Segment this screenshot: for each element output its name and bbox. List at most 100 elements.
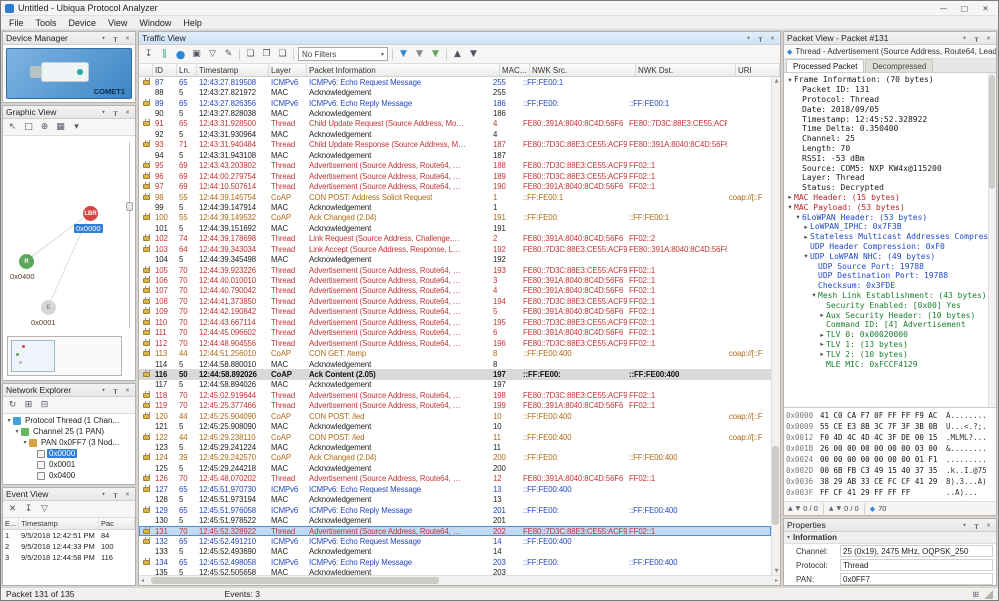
menu-item-tools[interactable]: Tools bbox=[30, 16, 63, 29]
expand-icon[interactable]: ▸ bbox=[818, 331, 826, 339]
clear-events-icon[interactable]: ✕ bbox=[5, 502, 20, 516]
traffic-row[interactable]: 123 5 12:45:29.241224 MAC Acknowledgement 11 bbox=[139, 442, 771, 452]
traffic-col-header-id[interactable]: ID bbox=[153, 64, 177, 76]
packet-tree-row[interactable]: Channel: 25 bbox=[784, 134, 988, 144]
packet-tree-row[interactable]: ▸ MAC Header: (15 bytes) bbox=[784, 193, 988, 203]
event-row[interactable]: 2 9/5/2018 12:44:33 PM 100 bbox=[3, 541, 135, 552]
pin-icon[interactable]: ┰ bbox=[111, 386, 120, 394]
packet-tree-row[interactable]: ▸ Aux Security Header: (10 bytes) bbox=[784, 310, 988, 320]
traffic-row[interactable]: 102 74 12:44:39.178698 Thread Link Request (… bbox=[139, 234, 771, 244]
expander-icon[interactable]: ▾ bbox=[13, 428, 21, 435]
packet-tree-row[interactable]: Status: Decrypted bbox=[784, 183, 988, 193]
panel-menu-icon[interactable]: ▾ bbox=[960, 34, 969, 42]
search-next-icon[interactable]: ▼ bbox=[796, 505, 801, 512]
export-events-icon[interactable]: ↧ bbox=[21, 502, 36, 516]
tree-item-protocol-thread-1-chan[interactable]: ▾ Protocol Thread (1 Chan... bbox=[3, 415, 135, 426]
close-icon[interactable]: ✕ bbox=[123, 490, 132, 498]
close-icon[interactable]: ✕ bbox=[984, 34, 993, 42]
close-icon[interactable]: ✕ bbox=[123, 386, 132, 394]
marquee-tool-icon[interactable]: □ bbox=[21, 120, 36, 134]
close-icon[interactable]: ✕ bbox=[123, 108, 132, 116]
filter-dropdown[interactable]: No Filters ▾ bbox=[298, 47, 388, 61]
packet-tree-row[interactable]: ▸ LoWPAN_IPHC: 0x7F3B bbox=[784, 222, 988, 232]
traffic-row[interactable]: 116 50 12:44:58.892026 CoAP Ack Content (2.0… bbox=[139, 369, 771, 380]
tree-item-0x0000[interactable]: 0x0000 bbox=[3, 448, 135, 459]
packet-tree-row[interactable]: ▾ UDP LoWPAN NHC: (49 bytes) bbox=[784, 251, 988, 261]
packet-tree-row[interactable]: UDP Source Port: 19788 bbox=[784, 261, 988, 271]
collapse-icon[interactable]: ▾ bbox=[802, 252, 810, 260]
property-value[interactable]: Thread bbox=[840, 559, 993, 571]
refresh-icon[interactable]: ↻ bbox=[5, 398, 20, 412]
tab-processed-packet[interactable]: Processed Packet bbox=[786, 59, 865, 72]
vertical-scrollbar[interactable]: ▲ ▼ bbox=[771, 77, 780, 575]
traffic-row[interactable]: 101 5 12:44:39.151692 MAC Acknowledgement 191 bbox=[139, 223, 771, 233]
traffic-row[interactable]: 127 65 12:45:51.970730 ICMPv6 ICMPv6: Echo R… bbox=[139, 484, 771, 494]
traffic-row[interactable]: 132 65 12:45:52.491210 ICMPv6 ICMPv6: Echo R… bbox=[139, 536, 771, 546]
topology-canvas[interactable]: LBR 0x0000 R 0x0400 E 0x0001 bbox=[3, 136, 135, 380]
minimap-viewport[interactable] bbox=[11, 340, 55, 372]
traffic-row[interactable]: 91 65 12:43:31.928500 Thread Child Update Re… bbox=[139, 119, 771, 129]
packet-tree-row[interactable]: Layer: Thread bbox=[784, 173, 988, 183]
tray-grid-icon[interactable]: ⊞ bbox=[972, 590, 979, 599]
traffic-row[interactable]: 134 65 12:45:52.498058 ICMPv6 ICMPv6: Echo R… bbox=[139, 557, 771, 567]
panel-menu-icon[interactable]: ▾ bbox=[99, 34, 108, 42]
camera-icon[interactable]: ▣ bbox=[189, 47, 204, 61]
minimize-button[interactable]: — bbox=[935, 2, 952, 14]
traffic-row[interactable]: 100 55 12:44:39.149532 CoAP Ack Changed (2.0… bbox=[139, 213, 771, 223]
search-next-icon[interactable]: ▼ bbox=[836, 505, 841, 512]
packet-tree-row[interactable]: Command ID: [4] Advertisement bbox=[784, 320, 988, 330]
clear-filter-icon[interactable]: ▽ bbox=[205, 47, 220, 61]
pin-icon[interactable]: ┰ bbox=[111, 108, 120, 116]
packet-tree-row[interactable]: Security Enabled: [0x00] Yes bbox=[784, 300, 988, 310]
last-packet-icon[interactable]: ▼ bbox=[466, 47, 481, 61]
expand-all-icon[interactable]: ⊞ bbox=[21, 398, 36, 412]
packet-tree-row[interactable]: MLE MIC: 0xFCCF4129 bbox=[784, 359, 988, 369]
filter-new-icon[interactable]: ▼ bbox=[428, 47, 443, 61]
packet-tree-row[interactable]: ▸ TLV 1: (13 bytes) bbox=[784, 340, 988, 350]
traffic-row[interactable]: 92 5 12:43:31.930964 MAC Acknowledgement 4 bbox=[139, 129, 771, 139]
traffic-col-header-nwk-dst[interactable]: NWK Dst. bbox=[636, 64, 736, 76]
expand-icon[interactable]: ▸ bbox=[818, 350, 826, 358]
traffic-row[interactable]: 120 44 12:45:25.904090 CoAP CON POST: /led 10… bbox=[139, 411, 771, 421]
traffic-row[interactable]: 111 70 12:44:45.096602 Thread Advertisement … bbox=[139, 328, 771, 338]
traffic-row[interactable]: 133 5 12:45:52.493690 MAC Acknowledgement 14 bbox=[139, 547, 771, 557]
expand-icon[interactable]: ▸ bbox=[786, 193, 794, 201]
pin-icon[interactable]: ┰ bbox=[972, 521, 981, 529]
packet-tree-row[interactable]: Date: 2018/09/05 bbox=[784, 104, 988, 114]
traffic-row[interactable]: 110 70 12:44:43.667114 Thread Advertisement … bbox=[139, 317, 771, 327]
expander-icon[interactable]: ▾ bbox=[21, 439, 29, 446]
collapse-icon[interactable]: ▾ bbox=[786, 203, 794, 211]
packet-tree-row[interactable]: Source: COM5: NXP KW4x@115200 bbox=[784, 163, 988, 173]
traffic-row[interactable]: 87 65 12:43:27.819508 ICMPv6 ICMPv6: Echo Re… bbox=[139, 77, 771, 87]
properties-section[interactable]: ▾ Information bbox=[784, 532, 996, 544]
close-window-button[interactable]: ✕ bbox=[977, 2, 994, 14]
menu-item-view[interactable]: View bbox=[102, 16, 133, 29]
traffic-col-header-nwk-src[interactable]: NWK Src. bbox=[530, 64, 636, 76]
traffic-row[interactable]: 103 64 12:44:39.343034 Thread Link Accept (S… bbox=[139, 244, 771, 254]
panel-menu-icon[interactable]: ▾ bbox=[99, 108, 108, 116]
comment-delete-icon[interactable]: ❐ bbox=[259, 47, 274, 61]
property-value[interactable]: 0x0FF7 bbox=[840, 573, 993, 585]
filter-edit-icon[interactable]: ▼ bbox=[412, 47, 427, 61]
vertical-scroll-thumb[interactable] bbox=[772, 445, 779, 526]
collapse-all-icon[interactable]: ⊟ bbox=[37, 398, 52, 412]
panel-menu-icon[interactable]: ▾ bbox=[99, 386, 108, 394]
traffic-row[interactable]: 88 5 12:43:27.821972 MAC Acknowledgement 255 bbox=[139, 87, 771, 97]
panel-menu-icon[interactable]: ▾ bbox=[99, 490, 108, 498]
packet-tree-row[interactable]: Checksum: 0x3FDE bbox=[784, 281, 988, 291]
hex-row[interactable]: 0x001B 26 00 00 00 00 00 00 03 00 &.......… bbox=[786, 443, 994, 454]
expand-icon[interactable]: ▸ bbox=[818, 311, 826, 319]
layout-icon[interactable]: ▦ bbox=[53, 120, 68, 134]
traffic-row[interactable]: 109 70 12:44:42.190842 Thread Advertisement … bbox=[139, 307, 771, 317]
packet-tree-row[interactable]: ▾ Mesh Link Establishment: (43 bytes) bbox=[784, 291, 988, 301]
event-col-header-timestamp[interactable]: Timestamp bbox=[19, 518, 99, 529]
hex-row[interactable]: 0x002D 00 6B FB C3 49 15 40 37 35 .k..I.@7… bbox=[786, 465, 994, 476]
packet-summary-dropdown[interactable]: ◆ Thread - Advertisement (Source Address… bbox=[784, 45, 996, 59]
event-row[interactable]: 1 9/5/2018 12:42:51 PM 84 bbox=[3, 530, 135, 541]
traffic-row[interactable]: 90 5 12:43:27.828038 MAC Acknowledgement 186 bbox=[139, 108, 771, 118]
packet-tree-row[interactable]: ▸ TLV 0: 0x00020000 bbox=[784, 330, 988, 340]
packet-tree-row[interactable]: Time Delta: 0.350400 bbox=[784, 124, 988, 134]
packet-tree-row[interactable]: UDP Destination Port: 19788 bbox=[784, 271, 988, 281]
hex-row[interactable]: 0x0024 00 00 00 00 00 00 00 01 F1........… bbox=[786, 454, 994, 465]
hex-row[interactable]: 0x0012 F0 4D 4C 4D 4C 3F DE 00 15 .MLML?..… bbox=[786, 432, 994, 443]
